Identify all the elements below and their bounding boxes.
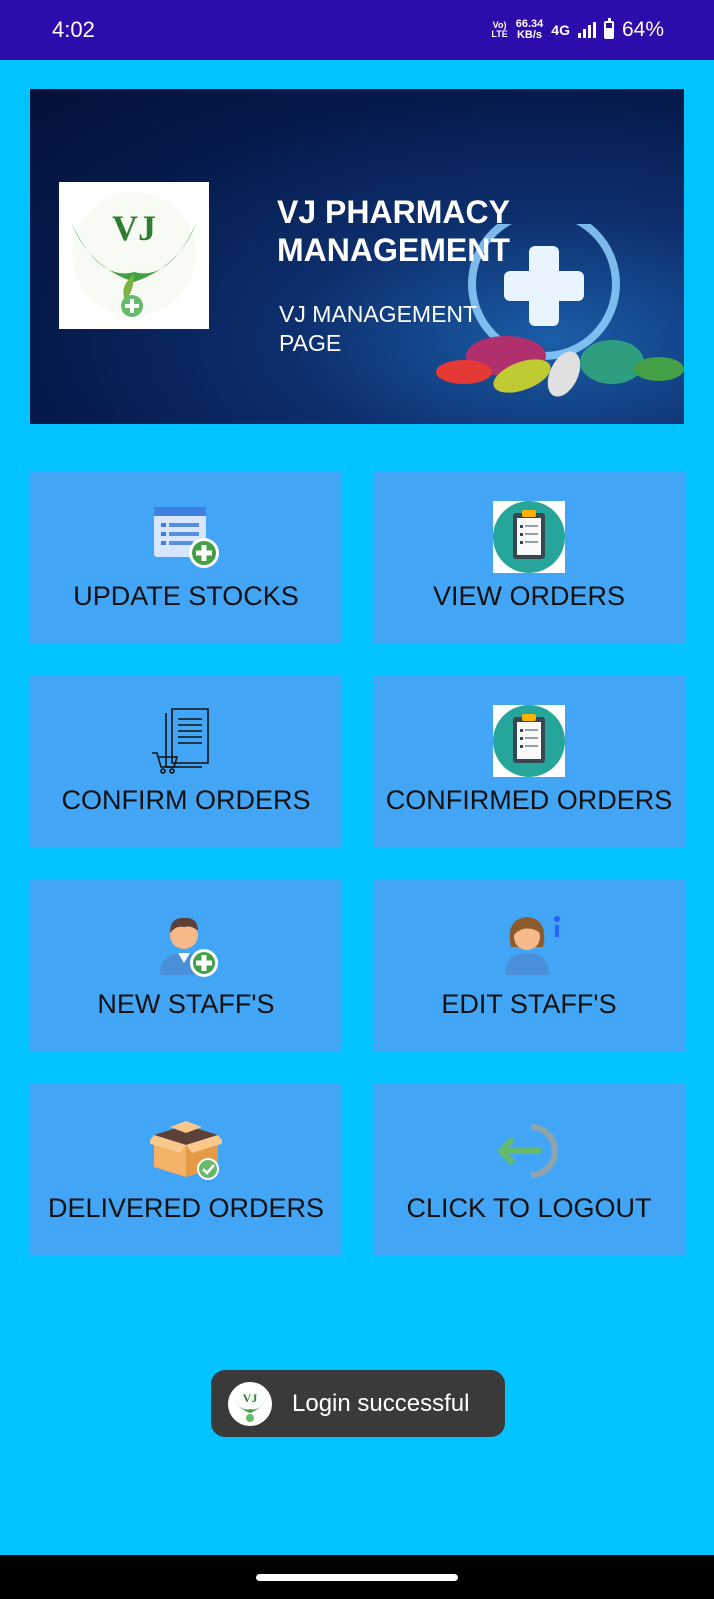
svg-text:VJ: VJ xyxy=(112,208,156,248)
logout-icon xyxy=(493,1113,565,1185)
clipboard-icon xyxy=(493,501,565,573)
network-type: 4G xyxy=(551,22,570,38)
view-orders-label: VIEW ORDERS xyxy=(432,581,626,611)
toast-message: VJ Login successful xyxy=(211,1370,505,1437)
edit-staff-label: EDIT STAFF'S xyxy=(441,989,617,1019)
confirm-orders-button[interactable]: CONFIRM ORDERS xyxy=(30,675,342,847)
clipboard-icon xyxy=(493,705,565,777)
update-stocks-label: UPDATE STOCKS xyxy=(73,581,299,611)
logout-label: CLICK TO LOGOUT xyxy=(406,1193,652,1223)
toast-text: Login successful xyxy=(292,1389,470,1417)
status-time: 4:02 xyxy=(52,17,95,42)
system-nav-bar xyxy=(0,1555,714,1599)
status-bar: 4:02 Vo) LTE 66.34 KB/s 4G 64% xyxy=(0,0,714,60)
confirmed-orders-label: CONFIRMED ORDERS xyxy=(385,785,673,815)
delivered-orders-button[interactable]: DELIVERED ORDERS xyxy=(30,1083,342,1255)
app-logo: VJ xyxy=(59,182,209,329)
edit-staff-button[interactable]: EDIT STAFF'S xyxy=(373,879,685,1051)
app-title: VJ PHARMACY MANAGEMENT xyxy=(277,194,510,268)
box-check-icon xyxy=(148,1113,224,1185)
invoice-cart-icon xyxy=(150,705,222,777)
delivered-orders-label: DELIVERED ORDERS xyxy=(47,1193,325,1223)
new-staff-button[interactable]: NEW STAFF'S xyxy=(30,879,342,1051)
logout-button[interactable]: CLICK TO LOGOUT xyxy=(373,1083,685,1255)
signal-icon xyxy=(577,22,596,38)
battery-percent: 64% xyxy=(621,18,664,41)
home-gesture-handle[interactable] xyxy=(256,1574,458,1581)
network-speed: 66.34 KB/s xyxy=(515,18,544,41)
volte-indicator: Vo) LTE xyxy=(491,20,508,39)
add-user-icon xyxy=(150,909,222,981)
list-add-icon xyxy=(150,501,222,573)
confirmed-orders-button[interactable]: CONFIRMED ORDERS xyxy=(373,675,685,847)
view-orders-button[interactable]: VIEW ORDERS xyxy=(373,471,685,643)
battery-icon xyxy=(603,18,614,39)
new-staff-label: NEW STAFF'S xyxy=(97,989,275,1019)
confirm-orders-label: CONFIRM ORDERS xyxy=(61,785,311,815)
header-banner: VJ VJ PHARMACY MANAGEMENT VJ MANAGEMENT … xyxy=(30,89,684,424)
status-icons: Vo) LTE 66.34 KB/s 4G 64% xyxy=(491,16,664,44)
update-stocks-button[interactable]: UPDATE STOCKS xyxy=(30,471,342,643)
svg-text:VJ: VJ xyxy=(243,1391,258,1405)
app-logo-icon: VJ xyxy=(228,1381,272,1426)
page-subtitle: VJ MANAGEMENT PAGE xyxy=(279,301,477,356)
user-info-icon xyxy=(493,909,565,981)
